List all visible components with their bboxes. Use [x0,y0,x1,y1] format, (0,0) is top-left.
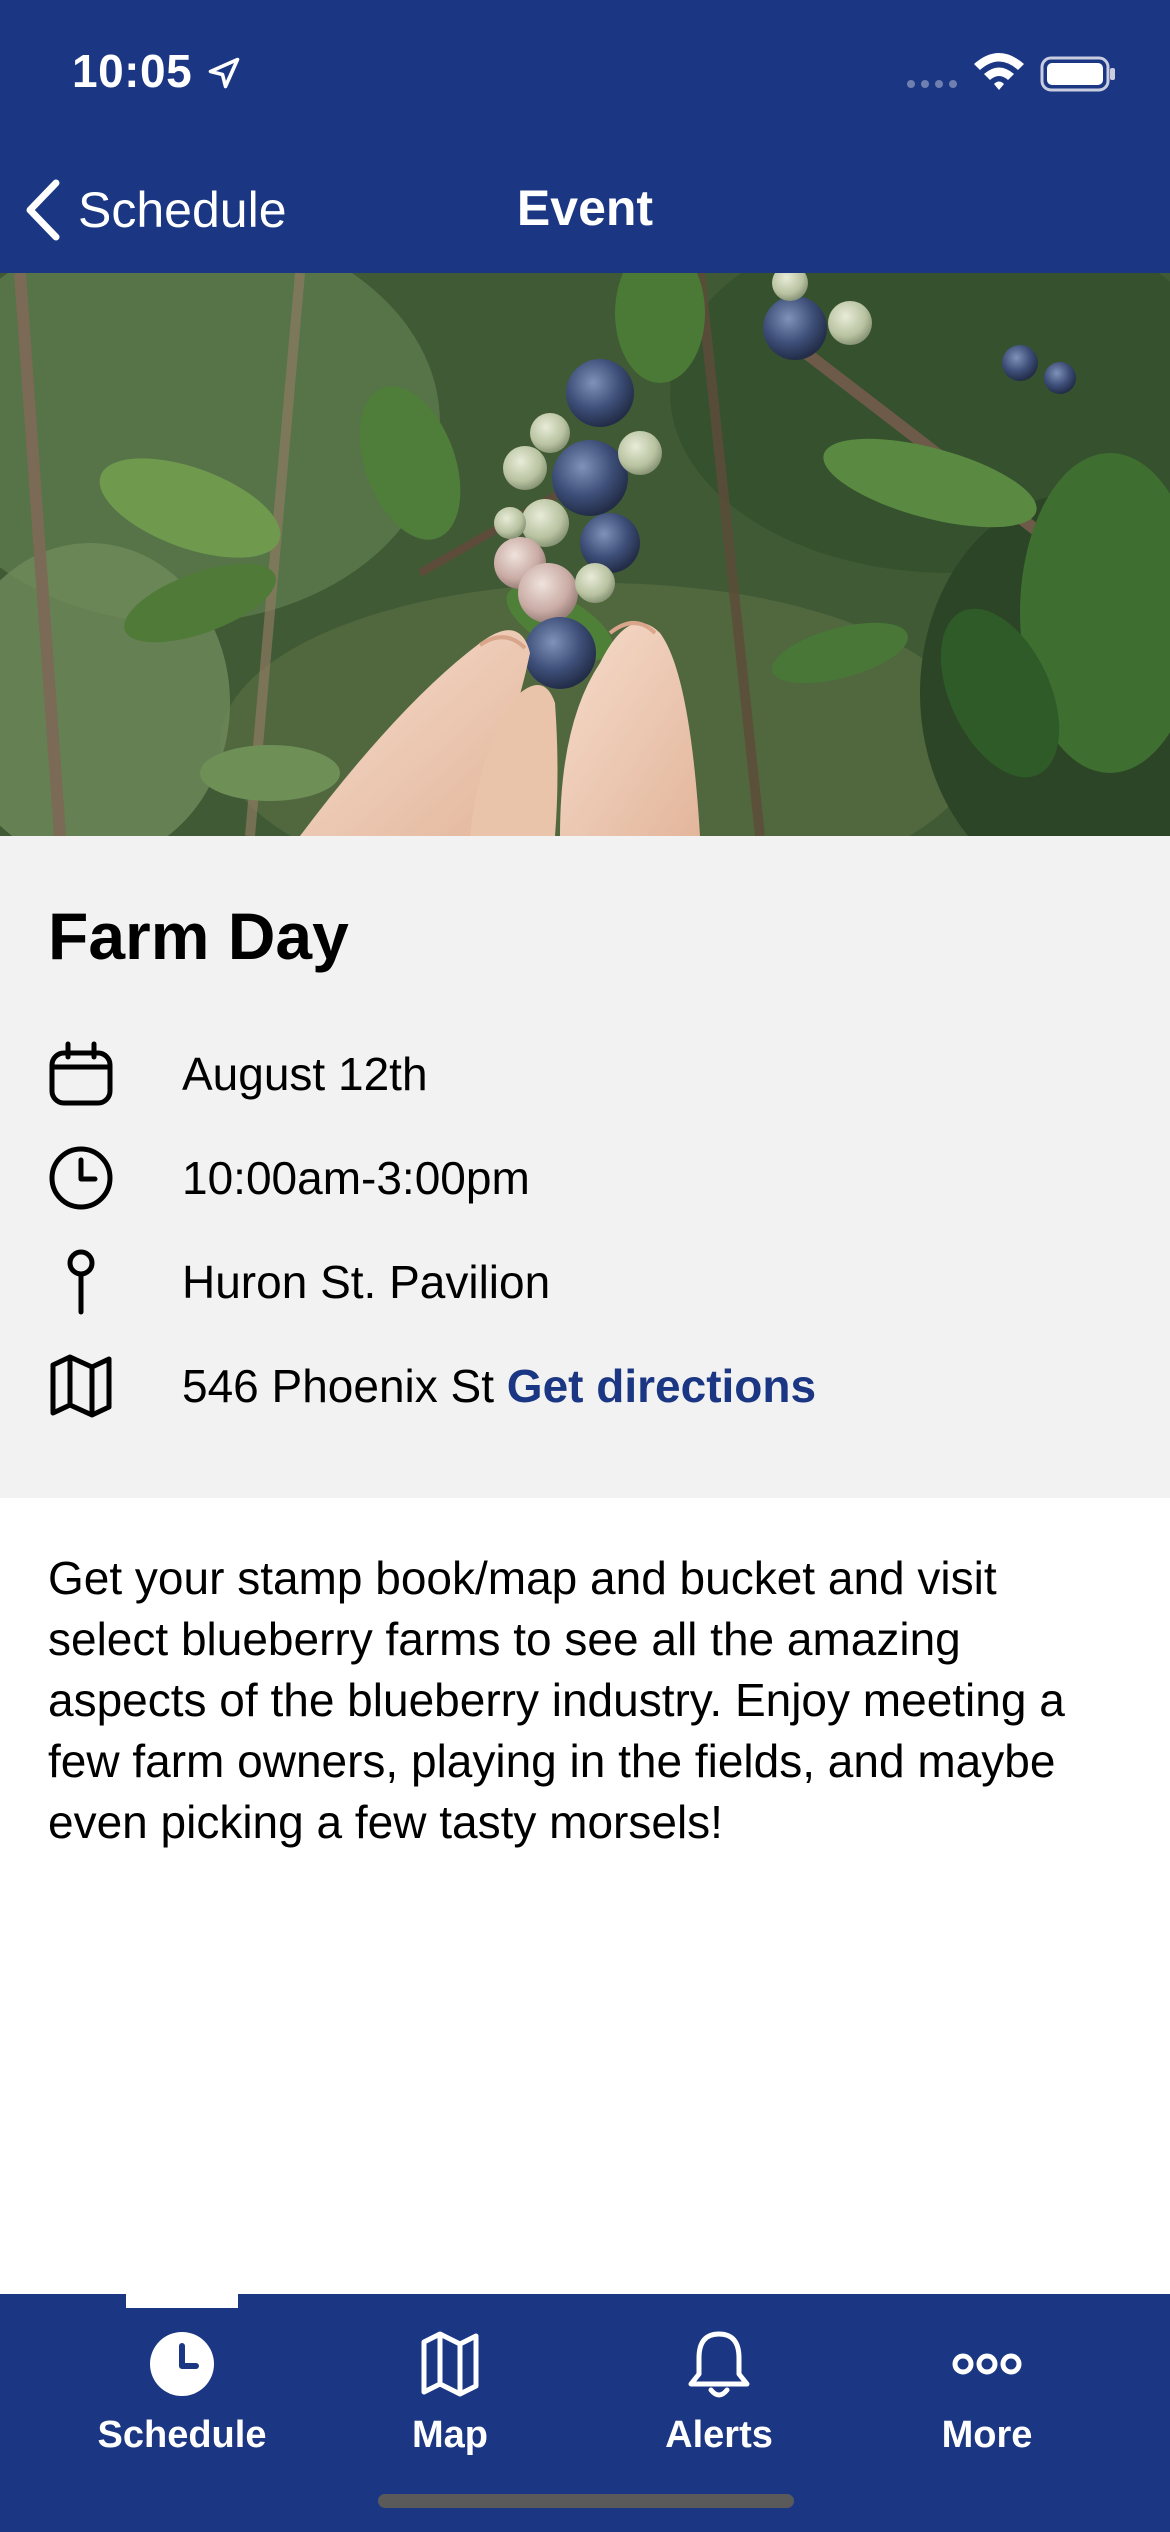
event-address-row: 546 Phoenix St Get directions [48,1346,816,1426]
event-address: 546 Phoenix St [182,1360,495,1412]
tab-label: Schedule [97,2414,267,2456]
status-bar: 10:05 [0,0,1170,150]
event-title: Farm Day [48,899,349,973]
tab-label: Map [412,2414,488,2456]
event-location-row: Huron St. Pavilion [48,1242,550,1322]
get-directions-link[interactable]: Get directions [507,1360,816,1412]
tab-more[interactable]: More [852,2314,1122,2484]
event-time: 10:00am-3:00pm [182,1152,530,1204]
clock-icon [150,2332,214,2396]
map-icon [421,2331,479,2397]
event-address-line: 546 Phoenix St Get directions [182,1359,816,1413]
tab-label: More [941,2414,1033,2456]
event-date: August 12th [182,1048,428,1100]
tab-schedule[interactable]: Schedule [47,2314,317,2484]
header: 10:05 Schedule Event [0,0,1170,273]
navigation-bar: Schedule Event [0,165,1170,255]
calendar-icon [49,1041,113,1106]
event-location: Huron St. Pavilion [182,1256,551,1308]
blueberry-photo-illustration [0,273,1170,836]
wifi-icon [974,53,1024,90]
bell-icon [688,2331,750,2398]
event-description: Get your stamp book/map and bucket and v… [48,1552,1065,1848]
home-indicator[interactable] [378,2494,794,2508]
event-info-panel: Farm Day August 12th 10:00am-3:00pm Huro… [0,836,1170,1498]
cellular-signal-icon [907,80,957,88]
pin-icon [67,1249,95,1315]
event-date-row: August 12th [48,1034,428,1114]
tab-label: Alerts [665,2414,773,2456]
event-photo [0,273,1170,836]
status-time: 10:05 [72,45,193,97]
map-icon [50,1354,112,1418]
tab-selected-indicator [126,2294,238,2308]
clock-icon [49,1146,113,1210]
tab-map[interactable]: Map [315,2314,585,2484]
page-title: Event [516,180,654,236]
battery-icon [1040,56,1115,92]
more-icon [952,2353,1022,2375]
event-time-row: 10:00am-3:00pm [48,1138,530,1218]
tab-alerts[interactable]: Alerts [584,2314,854,2484]
location-arrow-icon [208,57,240,89]
